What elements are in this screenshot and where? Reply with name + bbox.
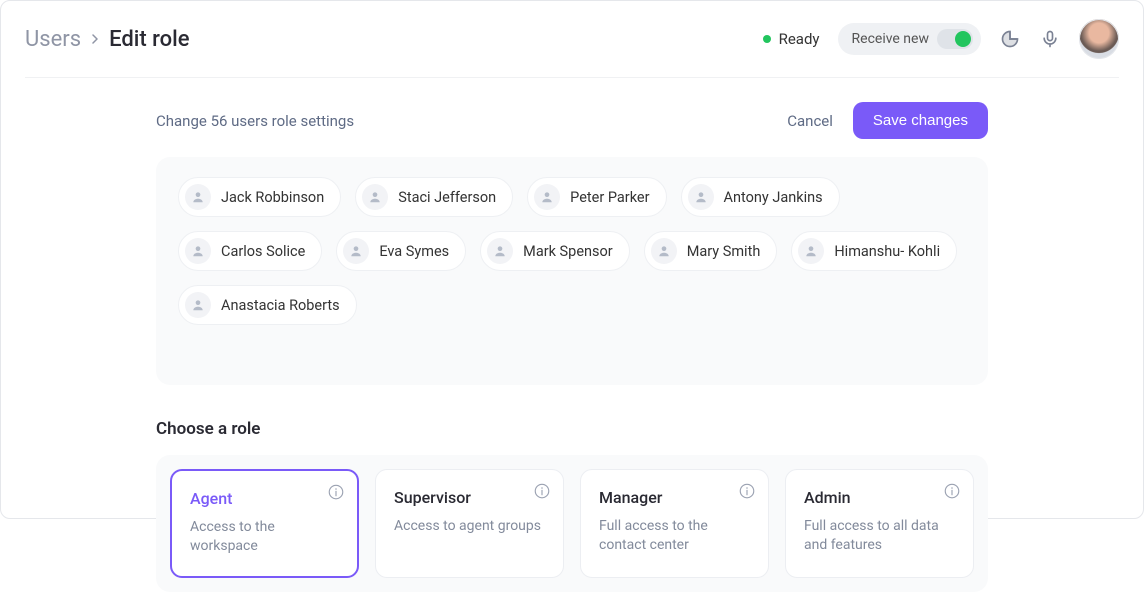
role-card[interactable]: Manager Full access to the contact center	[580, 469, 769, 578]
main-content: Change 56 users role settings Cancel Sav…	[156, 102, 988, 592]
user-chip-name: Mark Spensor	[523, 243, 613, 260]
person-icon	[362, 184, 388, 210]
role-card[interactable]: Admin Full access to all data and feature…	[785, 469, 974, 578]
chevron-right-icon	[91, 34, 99, 44]
person-icon	[185, 238, 211, 264]
receive-new-label: Receive new	[852, 31, 929, 47]
top-right: Ready Receive new	[763, 19, 1119, 59]
breadcrumb-root[interactable]: Users	[25, 27, 81, 52]
role-title: Supervisor	[394, 488, 545, 507]
role-description: Full access to the contact center	[599, 517, 750, 555]
user-chip[interactable]: Anastacia Roberts	[178, 285, 357, 325]
user-chip[interactable]: Mary Smith	[644, 231, 778, 271]
user-chip-name: Himanshu- Kohli	[834, 243, 940, 260]
change-summary: Change 56 users role settings	[156, 112, 354, 130]
user-chip-name: Eva Symes	[379, 243, 449, 260]
user-chip-name: Anastacia Roberts	[221, 297, 340, 314]
user-chip-name: Peter Parker	[570, 189, 649, 206]
user-chip[interactable]: Antony Jankins	[681, 177, 840, 217]
user-chip[interactable]: Mark Spensor	[480, 231, 630, 271]
cancel-button[interactable]: Cancel	[787, 112, 833, 130]
person-icon	[185, 292, 211, 318]
user-chip-name: Carlos Solice	[221, 243, 305, 260]
app-frame: Users Edit role Ready Receive new	[0, 0, 1144, 519]
role-title: Manager	[599, 488, 750, 507]
info-icon[interactable]	[943, 482, 961, 500]
user-chip[interactable]: Carlos Solice	[178, 231, 322, 271]
person-icon	[798, 238, 824, 264]
role-description: Access to agent groups	[394, 517, 545, 536]
action-buttons: Cancel Save changes	[787, 102, 988, 139]
receive-new-toggle[interactable]: Receive new	[838, 23, 981, 55]
role-card[interactable]: Agent Access to the workspace	[170, 469, 359, 578]
user-chip-name: Mary Smith	[687, 243, 761, 260]
roles-heading: Choose a role	[156, 419, 988, 439]
info-icon[interactable]	[533, 482, 551, 500]
person-icon	[487, 238, 513, 264]
toggle-knob-icon	[955, 31, 971, 47]
role-description: Full access to all data and features	[804, 517, 955, 555]
user-chip[interactable]: Peter Parker	[527, 177, 666, 217]
user-chip-name: Antony Jankins	[724, 189, 823, 206]
status-ready: Ready	[763, 30, 820, 48]
status-dot-icon	[763, 35, 771, 43]
selected-users-panel: Jack Robbinson Staci Jefferson Peter Parke…	[156, 157, 988, 385]
chart-icon[interactable]	[999, 28, 1021, 50]
role-title: Agent	[190, 489, 339, 508]
user-chip[interactable]: Himanshu- Kohli	[791, 231, 957, 271]
person-icon	[534, 184, 560, 210]
toggle-switch[interactable]	[937, 29, 973, 49]
role-title: Admin	[804, 488, 955, 507]
breadcrumb-current: Edit role	[109, 27, 189, 52]
top-bar: Users Edit role Ready Receive new	[25, 19, 1119, 78]
actions-row: Change 56 users role settings Cancel Sav…	[156, 102, 988, 139]
person-icon	[651, 238, 677, 264]
person-icon	[185, 184, 211, 210]
info-icon[interactable]	[738, 482, 756, 500]
status-ready-label: Ready	[779, 30, 820, 48]
user-chip[interactable]: Jack Robbinson	[178, 177, 341, 217]
user-chip[interactable]: Staci Jefferson	[355, 177, 513, 217]
user-chip-name: Staci Jefferson	[398, 189, 496, 206]
microphone-icon[interactable]	[1039, 28, 1061, 50]
person-icon	[688, 184, 714, 210]
role-card[interactable]: Supervisor Access to agent groups	[375, 469, 564, 578]
breadcrumb: Users Edit role	[25, 27, 190, 52]
roles-panel: Agent Access to the workspace Supervisor Ac…	[156, 455, 988, 592]
save-button[interactable]: Save changes	[853, 102, 988, 139]
info-icon[interactable]	[327, 483, 345, 501]
user-chip[interactable]: Eva Symes	[336, 231, 466, 271]
profile-avatar[interactable]	[1079, 19, 1119, 59]
role-description: Access to the workspace	[190, 518, 339, 556]
person-icon	[343, 238, 369, 264]
user-chip-name: Jack Robbinson	[221, 189, 324, 206]
